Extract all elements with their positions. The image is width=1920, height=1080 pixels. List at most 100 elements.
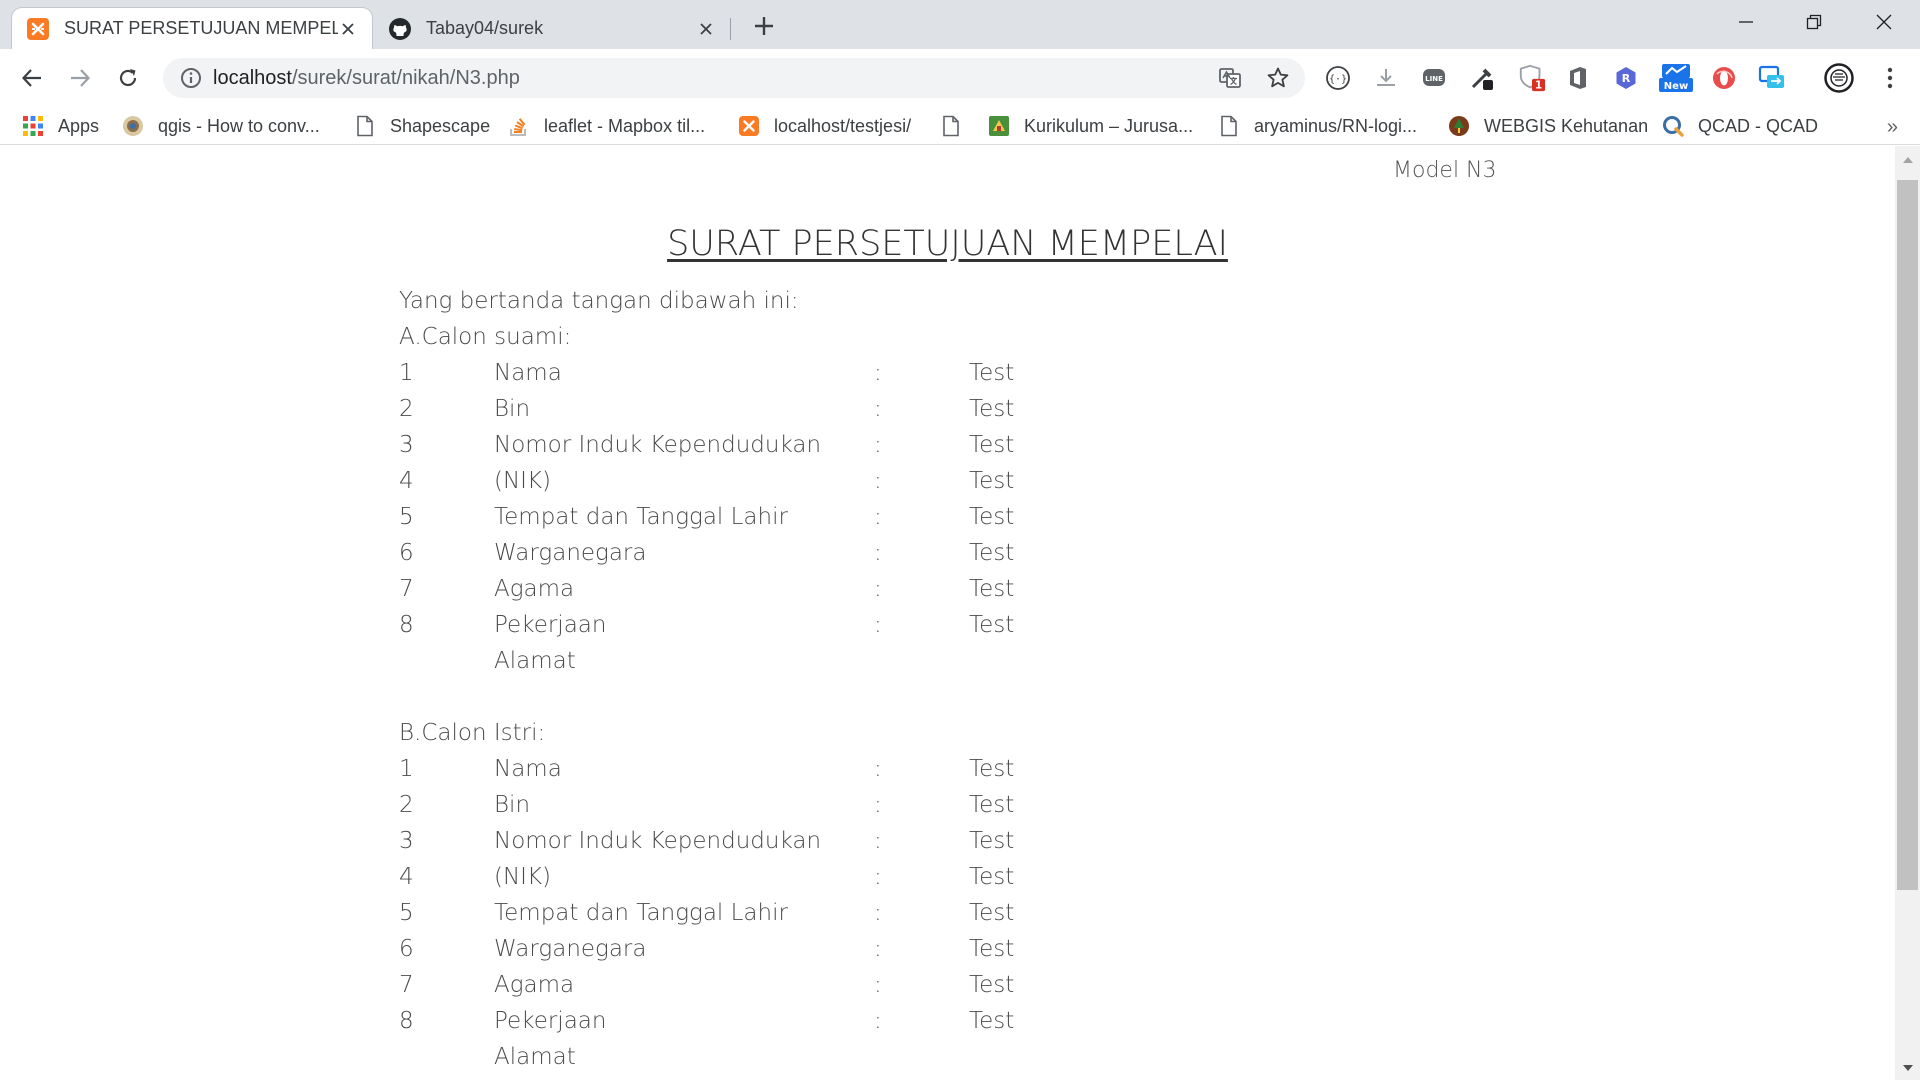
row-value: Test [969,468,1015,494]
bookmark-aryaminus[interactable]: aryaminus/RN-logi... [1218,114,1417,138]
forward-button[interactable] [64,62,96,94]
row-colon: : [874,468,882,494]
bookmark-qcad[interactable]: QCAD - QCAD [1662,114,1818,138]
university-logo-icon [989,116,1009,136]
close-tab-icon[interactable] [696,19,716,39]
bookmark-untitled[interactable] [940,114,976,138]
row-number: 3 [399,432,414,458]
bookmark-localhost-testjesi[interactable]: localhost/testjesi/ [738,114,911,138]
url-text[interactable]: localhost/surek/surat/nikah/N3.php [213,67,520,90]
extension-cast-icon[interactable] [1758,64,1786,92]
url-host: localhost [213,67,292,89]
page-title: SURAT PERSETUJUAN MEMPELAI [667,224,1228,264]
row-label: Pekerjaan [494,612,607,638]
bookmark-apps[interactable]: Apps [22,114,99,138]
row-label: Nama [494,756,562,782]
row-number: 2 [399,396,414,422]
info-icon[interactable] [179,66,203,90]
bookmark-star-icon[interactable] [1266,66,1290,90]
row-colon: : [874,936,882,962]
forestry-emblem-icon [1449,116,1469,136]
arrow-right-icon [71,69,91,87]
xampp-icon [739,116,759,136]
bookmark-leaflet-mapbox[interactable]: leaflet - Mapbox til... [508,114,705,138]
stackoverflow-icon [510,118,526,136]
translate-icon[interactable] [1218,66,1242,90]
back-button[interactable] [16,62,48,94]
extension-line-icon[interactable]: LINE [1420,64,1448,92]
row-value: Test [969,828,1015,854]
bookmark-kurikulum[interactable]: Kurikulum – Jurusa... [988,114,1193,138]
form-row: 6 Warganegara: Test [399,540,1099,576]
bookmark-qgis[interactable]: qgis - How to conv... [122,114,320,138]
reload-icon [119,69,137,87]
tab-title: SURAT PERSETUJUAN MEMPELAI [64,18,338,38]
bookmark-label: WEBGIS Kehutanan [1484,115,1649,136]
profile-avatar[interactable] [1824,63,1854,93]
page-icon [1221,115,1237,137]
tab-strip: SURAT PERSETUJUAN MEMPELAI Tabay04/surek [0,0,1920,49]
form-row: 1 Nama: Test [399,756,1099,792]
row-colon: : [874,1008,882,1034]
row-number: 8 [399,1008,414,1034]
tab-title: Tabay04/surek [426,18,544,38]
tab-surat-persetujuan[interactable]: SURAT PERSETUJUAN MEMPELAI [12,8,372,49]
bookmark-label: Apps [58,115,100,136]
extension-download-icon[interactable] [1372,64,1400,92]
new-tab-button[interactable] [748,10,780,42]
vertical-scrollbar[interactable] [1895,146,1920,1080]
xampp-icon [27,17,49,40]
extension-r-icon[interactable]: R [1612,64,1640,92]
row-value: Test [969,504,1015,530]
row-number: 8 [399,612,414,638]
extension-opera-icon[interactable] [1710,64,1738,92]
bookmark-label: Kurikulum – Jurusa... [1024,115,1194,136]
address-bar[interactable]: localhost/surek/surat/nikah/N3.php [163,58,1305,98]
tab-github-surek[interactable]: Tabay04/surek [374,8,730,49]
row-label: Warganegara [494,936,647,962]
row-number: 1 [399,756,414,782]
restore-button[interactable] [1780,0,1848,43]
bookmark-webgis-kehutanan[interactable]: WEBGIS Kehutanan [1448,114,1648,138]
row-label: Alamat [494,1044,576,1070]
extension-office-icon[interactable] [1564,64,1592,92]
form-row: 2 Bin: Test [399,396,1099,432]
row-colon: : [874,864,882,890]
row-value: Test [969,864,1015,890]
bookmark-label: QCAD - QCAD [1698,115,1819,136]
row-label: Tempat dan Tanggal Lahir [494,900,788,926]
svg-text:R: R [1622,72,1631,85]
row-label: Tempat dan Tanggal Lahir [494,504,788,530]
row-value: Test [969,396,1015,422]
reload-button[interactable] [112,62,144,94]
bookmarks-overflow-chevron-icon[interactable]: » [1887,116,1898,139]
section-b-heading: B.Calon Istri: [399,720,546,746]
form-row: 3 Nomor Induk Kependudukan: Test [399,828,1099,864]
extension-json-icon[interactable]: {·} [1324,64,1352,92]
row-label: Nomor Induk Kependudukan [494,828,822,854]
row-label: Bin [494,792,531,818]
row-value: Test [969,900,1015,926]
model-label: Model N3 [1393,158,1497,183]
browser-menu-button[interactable] [1876,64,1904,92]
row-number: 1 [399,360,414,386]
row-number: 4 [399,864,414,890]
form-row: 6 Warganegara: Test [399,936,1099,972]
close-window-button[interactable] [1850,0,1918,43]
minimize-button[interactable] [1712,0,1780,43]
extension-shield-icon[interactable]: 1 [1518,64,1546,92]
scroll-up-arrow-icon[interactable] [1895,152,1920,168]
row-colon: : [874,972,882,998]
bookmark-shapescape[interactable]: Shapescape [354,114,490,138]
url-path: /surek/surat/nikah/N3.php [291,67,520,89]
row-value: Test [969,936,1015,962]
scroll-thumb[interactable] [1897,180,1918,890]
close-tab-icon[interactable] [338,19,358,39]
extension-colorpicker-icon[interactable] [1468,64,1496,92]
scroll-down-arrow-icon[interactable] [1895,1060,1920,1076]
plus-icon [755,17,773,35]
bookmark-label: qgis - How to conv... [158,115,320,136]
form-row: Alamat [399,1044,1099,1080]
extension-new-icon[interactable]: New [1658,64,1694,92]
arrow-left-icon [21,69,41,87]
